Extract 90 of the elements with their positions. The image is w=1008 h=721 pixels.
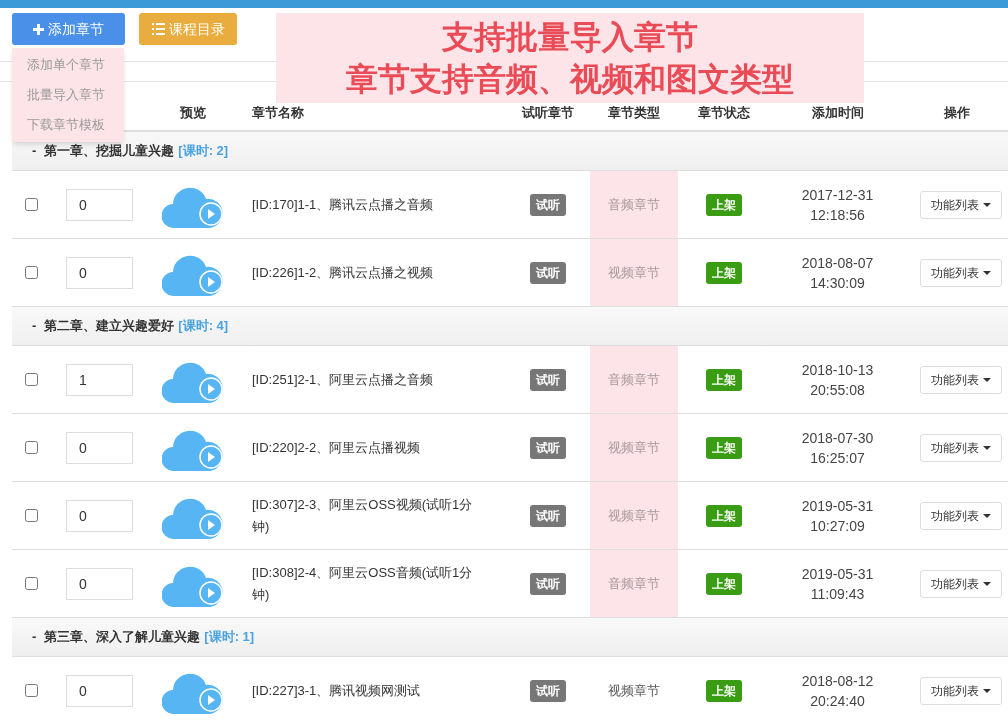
sort-field[interactable]: 0: [66, 256, 133, 289]
status-badge: 上架: [706, 572, 742, 595]
chapter-type: 视频章节: [590, 414, 678, 481]
chapter-type: 视频章节: [590, 482, 678, 549]
sort-field[interactable]: 0: [66, 431, 133, 464]
chapter-type: 音频章节: [590, 550, 678, 617]
caret-icon: [983, 445, 991, 450]
chapter-name: [ID:170]1-1、腾讯云点播之音频: [251, 195, 435, 214]
added-time: 16:25:07: [810, 448, 865, 468]
trial-badge: 试听: [529, 679, 566, 702]
chapter-type: 音频章节: [590, 171, 678, 238]
trial-badge: 试听: [529, 193, 566, 216]
added-date: 2018-08-07: [801, 253, 874, 273]
chapter-name: [ID:226]1-2、腾讯云点播之视频: [251, 263, 435, 282]
status-badge: 上架: [706, 504, 742, 527]
chapter-title: 第二章、建立兴趣爱好: [44, 317, 175, 336]
added-date: 2019-05-31: [801, 564, 874, 584]
trial-badge: 试听: [529, 436, 566, 459]
column-header: 章节状态: [697, 103, 751, 122]
status-badge: 上架: [706, 193, 742, 216]
trial-badge: 试听: [529, 572, 566, 595]
chapter-name: [ID:307]2-3、阿里云OSS视频(试听1分钟): [251, 495, 474, 536]
row-checkbox[interactable]: [24, 266, 38, 279]
caret-icon: [983, 202, 991, 207]
status-badge: 上架: [706, 679, 742, 702]
row-checkbox[interactable]: [24, 509, 38, 522]
added-date: 2017-12-31: [801, 185, 874, 205]
caret-icon: [983, 377, 991, 382]
added-time: 11:09:43: [810, 584, 865, 604]
row-checkbox[interactable]: [24, 441, 38, 454]
chapter-type: 音频章节: [590, 346, 678, 413]
status-badge: 上架: [706, 261, 742, 284]
actions-dropdown[interactable]: 功能列表: [920, 190, 1002, 219]
annotation-text: 支持批量导入章节: [442, 18, 698, 57]
chapter-title: 第三章、深入了解儿童兴趣: [44, 628, 201, 647]
added-date: 2018-08-12: [801, 671, 874, 691]
actions-dropdown[interactable]: 功能列表: [920, 433, 1002, 462]
collapse-toggle[interactable]: -: [32, 316, 37, 336]
actions-dropdown[interactable]: 功能列表: [920, 676, 1002, 705]
list-icon: [151, 23, 165, 35]
sort-field[interactable]: 0: [66, 499, 133, 532]
column-header: 试听章节: [520, 103, 575, 122]
chapter-name: [ID:227]3-1、腾讯视频网测试: [251, 681, 422, 700]
trial-badge: 试听: [529, 368, 566, 391]
added-date: 2019-05-31: [801, 496, 874, 516]
lesson-count: [课时: 1]: [204, 628, 255, 647]
status-badge: 上架: [706, 368, 742, 391]
sort-field[interactable]: 0: [66, 188, 133, 221]
chapter-name: [ID:220]2-2、阿里云点播视频: [251, 438, 422, 457]
status-badge: 上架: [706, 436, 742, 459]
caret-icon: [983, 270, 991, 275]
sort-field[interactable]: 0: [66, 567, 133, 600]
chapter-type: 视频章节: [590, 239, 678, 306]
annotation-text: 章节支持音频、视频和图文类型: [346, 60, 794, 99]
added-date: 2018-07-30: [801, 428, 874, 448]
column-header: 操作: [942, 103, 971, 122]
actions-dropdown[interactable]: 功能列表: [920, 365, 1002, 394]
caret-icon: [983, 513, 991, 518]
collapse-toggle[interactable]: -: [32, 141, 37, 161]
sort-field[interactable]: 0: [66, 674, 133, 707]
column-header: 预览: [178, 103, 207, 122]
added-time: 20:24:40: [810, 691, 865, 711]
caret-icon: [983, 581, 991, 586]
collapse-toggle[interactable]: -: [32, 627, 37, 647]
sort-field[interactable]: 1: [66, 363, 133, 396]
actions-dropdown[interactable]: 功能列表: [920, 501, 1002, 530]
chapter-name: [ID:251]2-1、阿里云点播之音频: [251, 370, 435, 389]
column-header: 章节类型: [607, 103, 661, 122]
trial-badge: 试听: [529, 504, 566, 527]
row-checkbox[interactable]: [24, 373, 38, 386]
row-checkbox[interactable]: [24, 198, 38, 211]
row-checkbox[interactable]: [24, 684, 38, 697]
chapter-type: 视频章节: [607, 681, 661, 700]
trial-badge: 试听: [529, 261, 566, 284]
chapter-name: [ID:308]2-4、阿里云OSS音频(试听1分钟): [251, 563, 474, 604]
chapter-title: 第一章、挖掘儿童兴趣: [44, 142, 175, 161]
plus-icon: [33, 23, 44, 35]
row-checkbox[interactable]: [24, 577, 38, 590]
column-header: 添加时间: [810, 103, 865, 122]
lesson-count: [课时: 4]: [178, 317, 229, 336]
lesson-count: [课时: 2]: [178, 142, 229, 161]
added-time: 10:27:09: [810, 516, 865, 536]
caret-icon: [983, 688, 991, 693]
actions-dropdown[interactable]: 功能列表: [920, 258, 1002, 287]
added-time: 14:30:09: [810, 273, 865, 293]
added-date: 2018-10-13: [801, 360, 874, 380]
added-time: 12:18:56: [810, 205, 865, 225]
actions-dropdown[interactable]: 功能列表: [920, 569, 1002, 598]
added-time: 20:55:08: [810, 380, 865, 400]
column-header: 章节名称: [251, 103, 305, 122]
